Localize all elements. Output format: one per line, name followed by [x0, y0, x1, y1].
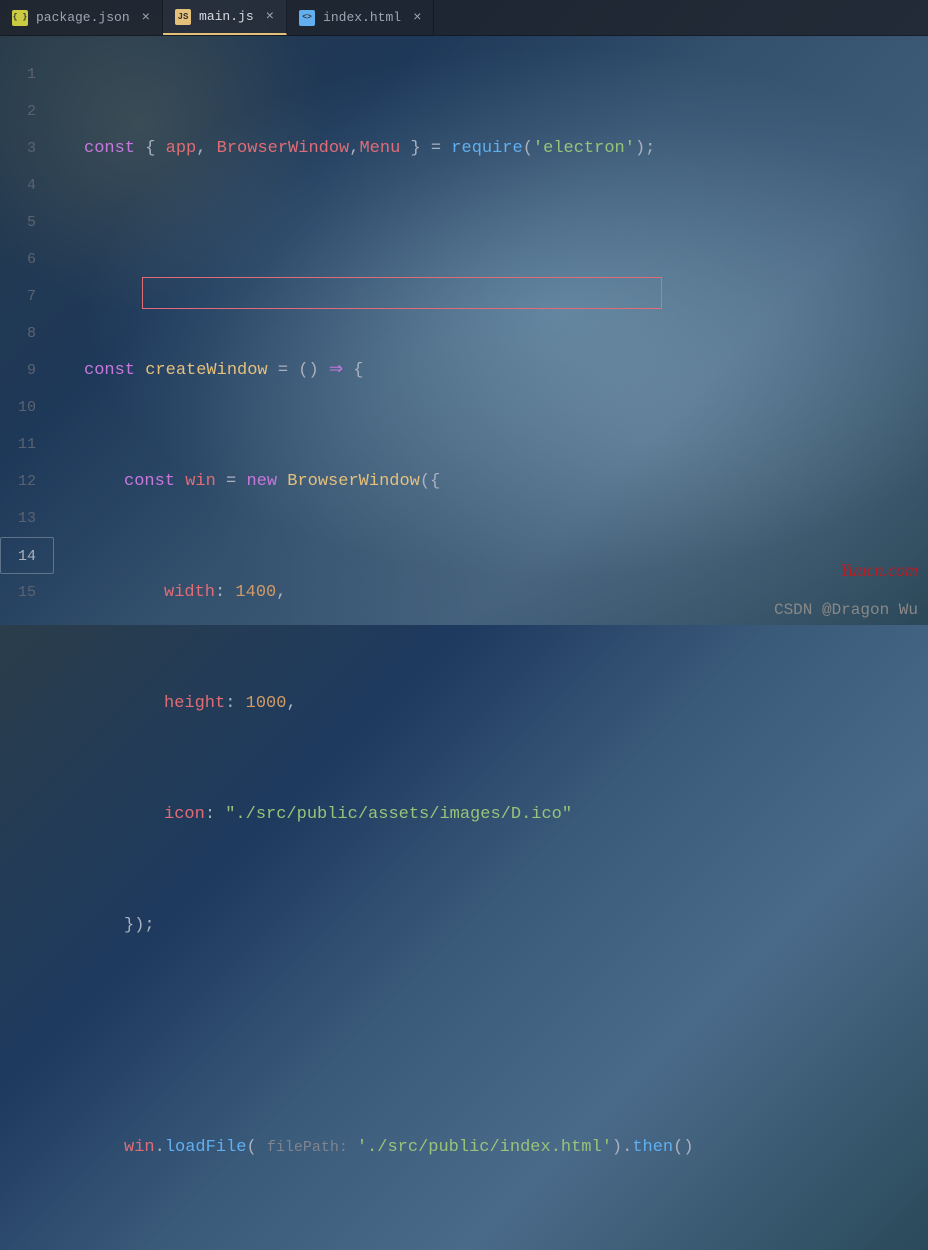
code-line-9	[54, 1018, 928, 1055]
close-icon[interactable]: ×	[142, 10, 150, 26]
code-line-11	[54, 1240, 928, 1250]
watermark-csdn: CSDN @Dragon Wu	[774, 601, 918, 619]
tab-package-json[interactable]: { } package.json ×	[0, 0, 163, 35]
code-line-8: });	[54, 907, 928, 944]
tab-label: main.js	[199, 9, 254, 24]
code-line-3: const createWindow = () ⇒ {	[54, 352, 928, 389]
code-editor[interactable]: 1 2 3 4 5 6 7 8 9 10 11 12 13 14 15 cons…	[0, 36, 928, 625]
code-line-2	[54, 241, 928, 278]
code-line-4: const win = new BrowserWindow({	[54, 463, 928, 500]
editor-tabs: { } package.json × JS main.js × <> index…	[0, 0, 928, 36]
watermark-yuucn: Yuucn.com	[840, 560, 918, 581]
close-icon[interactable]: ×	[413, 10, 421, 26]
code-line-6: height: 1000,	[54, 685, 928, 722]
tab-index-html[interactable]: <> index.html ×	[287, 0, 434, 35]
tab-main-js[interactable]: JS main.js ×	[163, 0, 287, 35]
tab-label: package.json	[36, 10, 130, 25]
code-line-7: icon: "./src/public/assets/images/D.ico"	[54, 796, 928, 833]
code-line-10: win.loadFile( filePath: './src/public/in…	[54, 1129, 928, 1166]
tab-label: index.html	[323, 10, 401, 25]
line-number-gutter: 1 2 3 4 5 6 7 8 9 10 11 12 13 14 15	[0, 36, 54, 625]
close-icon[interactable]: ×	[266, 9, 274, 25]
js-file-icon: JS	[175, 9, 191, 25]
json-file-icon: { }	[12, 10, 28, 26]
html-file-icon: <>	[299, 10, 315, 26]
code-content[interactable]: const { app, BrowserWindow,Menu } = requ…	[54, 36, 928, 625]
code-line-1: const { app, BrowserWindow,Menu } = requ…	[54, 130, 928, 167]
